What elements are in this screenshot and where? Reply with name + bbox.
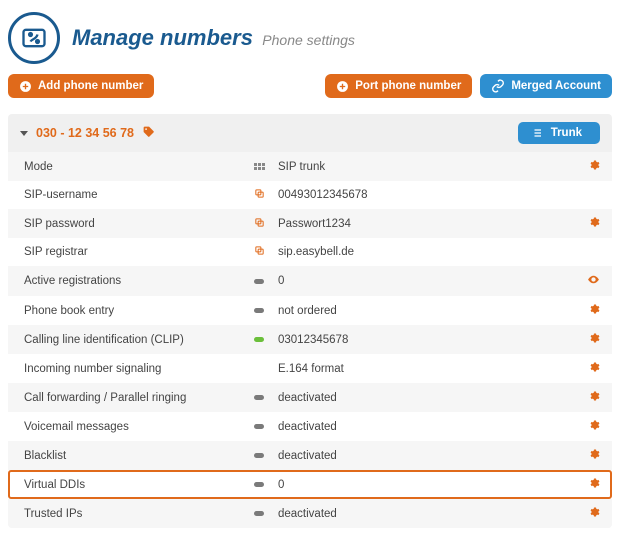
caret-down-icon[interactable] xyxy=(20,131,28,136)
merged-account-label: Merged Account xyxy=(511,80,601,92)
app-logo xyxy=(8,12,60,64)
panel-header: 030 - 12 34 56 78 Trunk xyxy=(8,114,612,152)
settings-gear-icon[interactable] xyxy=(588,448,600,463)
setting-label: Active registrations xyxy=(24,275,254,287)
plus-circle-icon xyxy=(19,80,32,93)
port-phone-button[interactable]: Port phone number xyxy=(325,74,472,98)
copy-icon[interactable] xyxy=(254,217,265,231)
setting-value: not ordered xyxy=(278,305,578,317)
settings-gear-icon[interactable] xyxy=(588,390,600,405)
setting-value: deactivated xyxy=(278,421,578,433)
setting-label: Phone book entry xyxy=(24,305,254,317)
view-eye-icon[interactable] xyxy=(587,273,600,289)
setting-row: Call forwarding / Parallel ringing deacti… xyxy=(8,383,612,412)
settings-panel: 030 - 12 34 56 78 Trunk Mode SIP trunk SIP… xyxy=(8,114,612,528)
action-bar: Add phone number Port phone number Merge… xyxy=(8,74,612,98)
setting-value: 0 xyxy=(278,479,578,491)
status-pill-icon xyxy=(254,279,264,284)
list-icon xyxy=(530,127,543,139)
setting-row: Mode SIP trunk xyxy=(8,152,612,181)
phone-number[interactable]: 030 - 12 34 56 78 xyxy=(36,126,134,140)
tag-icon[interactable] xyxy=(142,125,155,141)
setting-row: Virtual DDIs 0 xyxy=(8,470,612,499)
setting-label: Trusted IPs xyxy=(24,508,254,520)
setting-row: SIP password Passwort1234 xyxy=(8,209,612,238)
setting-row: SIP-username 00493012345678 xyxy=(8,181,612,209)
setting-row: Voicemail messages deactivated xyxy=(8,412,612,441)
setting-row: Incoming number signaling E.164 format xyxy=(8,354,612,383)
setting-label: Incoming number signaling xyxy=(24,363,254,375)
add-phone-label: Add phone number xyxy=(38,80,143,92)
trunk-button[interactable]: Trunk xyxy=(518,122,600,144)
status-pill-icon xyxy=(254,482,264,487)
setting-row: Active registrations 0 xyxy=(8,266,612,296)
setting-row: Phone book entry not ordered xyxy=(8,296,612,325)
setting-row: Calling line identification (CLIP) 030123… xyxy=(8,325,612,354)
copy-icon[interactable] xyxy=(254,245,265,259)
setting-value: SIP trunk xyxy=(278,161,578,173)
trunk-label: Trunk xyxy=(551,127,582,139)
settings-gear-icon[interactable] xyxy=(588,159,600,174)
setting-value: 00493012345678 xyxy=(278,189,578,201)
setting-value: deactivated xyxy=(278,392,578,404)
status-pill-icon xyxy=(254,511,264,516)
setting-label: SIP-username xyxy=(24,189,254,201)
status-pill-icon xyxy=(254,337,264,342)
setting-row: Trusted IPs deactivated xyxy=(8,499,612,528)
plus-circle-icon xyxy=(336,80,349,93)
page-header: Manage numbers Phone settings xyxy=(8,12,612,64)
setting-label: Call forwarding / Parallel ringing xyxy=(24,392,254,404)
link-icon xyxy=(491,79,505,93)
setting-value: deactivated xyxy=(278,450,578,462)
status-pill-icon xyxy=(254,424,264,429)
setting-value: deactivated xyxy=(278,508,578,520)
add-phone-button[interactable]: Add phone number xyxy=(8,74,154,98)
merged-account-button[interactable]: Merged Account xyxy=(480,74,612,98)
settings-gear-icon[interactable] xyxy=(588,477,600,492)
setting-value: Passwort1234 xyxy=(278,218,578,230)
status-pill-icon xyxy=(254,453,264,458)
setting-value: 03012345678 xyxy=(278,334,578,346)
setting-value: sip.easybell.de xyxy=(278,246,578,258)
status-pill-icon xyxy=(254,308,264,313)
setting-label: Mode xyxy=(24,161,254,173)
page-subtitle: Phone settings xyxy=(262,32,355,48)
status-pill-icon xyxy=(254,395,264,400)
settings-gear-icon[interactable] xyxy=(588,361,600,376)
grid-icon xyxy=(254,163,265,170)
settings-gear-icon[interactable] xyxy=(588,419,600,434)
settings-rows: ModeSIP trunkSIP-username00493012345678S… xyxy=(8,152,612,528)
setting-label: Blacklist xyxy=(24,450,254,462)
setting-row: Blacklist deactivated xyxy=(8,441,612,470)
setting-label: SIP password xyxy=(24,218,254,230)
settings-gear-icon[interactable] xyxy=(588,303,600,318)
setting-row: SIP registrar sip.easybell.de xyxy=(8,238,612,266)
setting-value: 0 xyxy=(278,275,578,287)
setting-value: E.164 format xyxy=(278,363,578,375)
page-title: Manage numbers xyxy=(72,25,253,50)
settings-gear-icon[interactable] xyxy=(588,506,600,521)
setting-label: Virtual DDIs xyxy=(24,479,254,491)
port-phone-label: Port phone number xyxy=(355,80,461,92)
setting-label: SIP registrar xyxy=(24,246,254,258)
settings-gear-icon[interactable] xyxy=(588,332,600,347)
setting-label: Voicemail messages xyxy=(24,421,254,433)
copy-icon[interactable] xyxy=(254,188,265,202)
setting-label: Calling line identification (CLIP) xyxy=(24,334,254,346)
settings-gear-icon[interactable] xyxy=(588,216,600,231)
